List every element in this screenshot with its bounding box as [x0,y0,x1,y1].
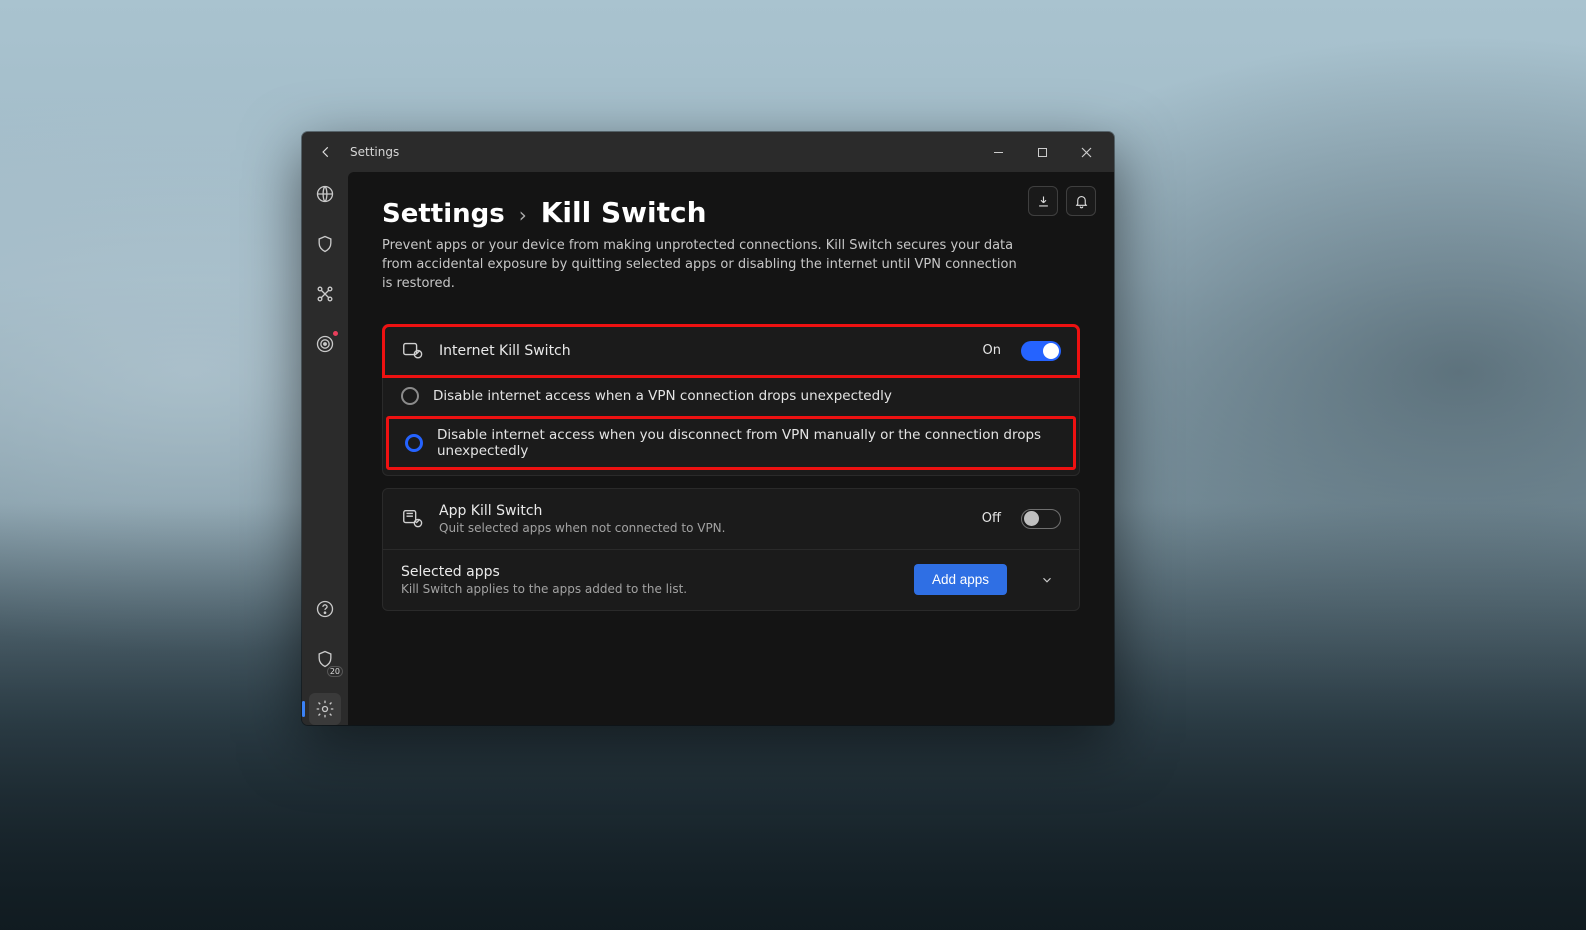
window-title: Settings [350,145,399,159]
content-pane: Settings › Kill Switch Prevent apps or y… [348,172,1114,725]
settings-window: Settings [302,132,1114,725]
close-button[interactable] [1064,132,1108,172]
gear-icon[interactable] [309,693,341,725]
internet-ks-title: Internet Kill Switch [439,343,969,359]
app-kill-switch-row: App Kill Switch Quit selected apps when … [383,489,1079,549]
app-ks-icon [401,507,425,531]
internet-ks-toggle[interactable] [1021,341,1061,361]
back-button[interactable] [312,138,340,166]
ks-option-row[interactable]: Disable internet access when a VPN conne… [383,377,1079,415]
notification-dot [332,330,339,337]
meshnet-icon[interactable] [309,278,341,310]
add-apps-button[interactable]: Add apps [914,564,1007,595]
internet-ks-state-label: On [983,343,1001,358]
minimize-button[interactable] [976,132,1020,172]
shield-icon[interactable] [309,228,341,260]
selected-apps-row: Selected apps Kill Switch applies to the… [383,549,1079,610]
breadcrumb-leaf: Kill Switch [541,196,707,229]
selected-apps-subtitle: Kill Switch applies to the apps added to… [401,582,900,596]
help-icon[interactable] [309,593,341,625]
internet-kill-switch-panel: Internet Kill Switch On Disable internet… [382,324,1080,476]
ks-option-label: Disable internet access when a VPN conne… [433,388,892,404]
internet-kill-switch-row: Internet Kill Switch On [383,325,1079,377]
app-ks-toggle[interactable] [1021,509,1061,529]
app-ks-subtitle: Quit selected apps when not connected to… [439,521,968,535]
breadcrumb-separator: › [519,203,527,227]
maximize-button[interactable] [1020,132,1064,172]
expand-selected-apps[interactable] [1033,566,1061,594]
radio-selected[interactable] [405,434,423,452]
shield-count-badge: 20 [327,666,343,677]
breadcrumb: Settings › Kill Switch [382,196,1080,229]
selected-apps-title: Selected apps [401,564,900,580]
app-kill-switch-panel: App Kill Switch Quit selected apps when … [382,488,1080,611]
titlebar: Settings [302,132,1114,172]
app-ks-title: App Kill Switch [439,503,968,519]
app-ks-state-label: Off [982,511,1001,526]
page-description: Prevent apps or your device from making … [382,237,1022,294]
internet-ks-icon [401,339,425,363]
radio-unselected[interactable] [401,387,419,405]
sidebar: 20 [302,172,348,725]
breadcrumb-root[interactable]: Settings [382,199,505,229]
globe-icon[interactable] [309,178,341,210]
shield-count-icon[interactable]: 20 [309,643,341,675]
ks-option-label: Disable internet access when you disconn… [437,427,1057,459]
ks-option-row[interactable]: Disable internet access when you disconn… [387,417,1075,469]
target-icon[interactable] [309,328,341,360]
